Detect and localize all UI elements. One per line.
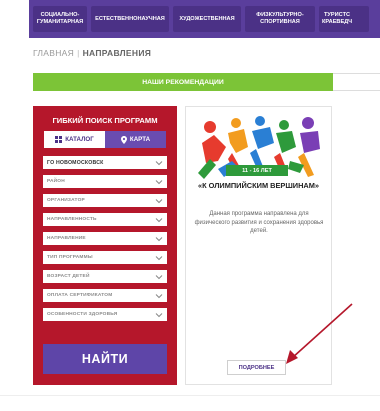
filter-dropdown-label: НАПРАВЛЕННОСТЬ: [47, 217, 97, 222]
nav-item-social-humanitarian[interactable]: СОЦИАЛЬНО- ГУМАНИТАРНАЯ: [33, 6, 87, 32]
breadcrumb-home[interactable]: ГЛАВНАЯ: [33, 48, 74, 58]
filter-dropdown-label: ГО НОВОМОСКОВСК: [47, 159, 104, 166]
filter-dropdown-label: РАЙОН: [47, 179, 65, 184]
chevron-down-icon: [155, 255, 163, 260]
nav-item-physical-sport[interactable]: ФИЗКУЛЬТУРНО- СПОРТИВНАЯ: [245, 6, 315, 32]
grid-icon: [55, 136, 63, 143]
filter-dropdown[interactable]: РАЙОН: [43, 175, 167, 188]
chevron-down-icon: [155, 293, 163, 298]
breadcrumb-current: НАПРАВЛЕНИЯ: [82, 48, 152, 58]
chevron-down-icon: [155, 217, 163, 222]
recommendations-bar: НАШИ РЕКОМЕНДАЦИИ: [33, 73, 333, 91]
filter-dropdown-label: ТИП ПРОГРАММЫ: [47, 255, 93, 260]
tab-map[interactable]: КАРТА: [105, 131, 166, 148]
filter-dropdown[interactable]: НАПРАВЛЕНИЕ: [43, 232, 167, 245]
filter-dropdown[interactable]: ОСОБЕННОСТИ ЗДОРОВЬЯ: [43, 308, 167, 321]
filter-dropdown[interactable]: ГО НОВОМОСКОВСК: [43, 156, 167, 169]
recommendations-bar-tail: [333, 73, 380, 91]
find-button[interactable]: НАЙТИ: [43, 344, 167, 374]
chevron-down-icon: [155, 179, 163, 184]
filter-dropdown[interactable]: ВОЗРАСТ ДЕТЕЙ: [43, 270, 167, 283]
search-panel-title: ГИБКИЙ ПОИСК ПРОГРАММ: [52, 116, 158, 125]
tab-catalog[interactable]: КАТАЛОГ: [44, 131, 105, 148]
chevron-down-icon: [155, 160, 163, 165]
filter-dropdown-label: НАПРАВЛЕНИЕ: [47, 236, 86, 241]
program-title[interactable]: «К ОЛИМПИЙСКИМ ВЕРШИНАМ»: [190, 181, 327, 190]
filter-dropdown[interactable]: НАПРАВЛЕННОСТЬ: [43, 213, 167, 226]
chevron-down-icon: [155, 236, 163, 241]
top-navigation: СОЦИАЛЬНО- ГУМАНИТАРНАЯ ЕСТЕСТВЕННОНАУЧН…: [29, 0, 380, 38]
chevron-down-icon: [155, 198, 163, 203]
filter-dropdown[interactable]: ТИП ПРОГРАММЫ: [43, 251, 167, 264]
search-tabs: КАТАЛОГ КАРТА: [44, 131, 166, 148]
program-search-panel: ГИБКИЙ ПОИСК ПРОГРАММ КАТАЛОГ КАРТА ГО Н…: [33, 106, 177, 385]
age-badge: 11 - 16 ЛЕТ: [226, 165, 288, 176]
filter-dropdown[interactable]: ОРГАНИЗАТОР: [43, 194, 167, 207]
filter-dropdown-label: ОПЛАТА СЕРТИФИКАТОМ: [47, 293, 113, 298]
breadcrumb: ГЛАВНАЯ | НАПРАВЛЕНИЯ: [33, 48, 151, 58]
tab-catalog-label: КАТАЛОГ: [65, 136, 94, 143]
map-pin-icon: [120, 135, 127, 144]
tab-map-label: КАРТА: [129, 136, 151, 143]
nav-item-natural-science[interactable]: ЕСТЕСТВЕННОНАУЧНАЯ: [91, 6, 169, 32]
bottom-divider: [0, 395, 380, 396]
nav-item-artistic[interactable]: ХУДОЖЕСТВЕННАЯ: [173, 6, 241, 32]
filter-dropdown-label: ОСОБЕННОСТИ ЗДОРОВЬЯ: [47, 312, 118, 317]
pointer-arrow-annotation: [286, 303, 353, 364]
breadcrumb-separator: |: [77, 48, 80, 58]
program-description: Данная программа направлена для физическ…: [194, 211, 324, 234]
filter-dropdown-label: ВОЗРАСТ ДЕТЕЙ: [47, 274, 90, 279]
filter-dropdown-label: ОРГАНИЗАТОР: [47, 198, 85, 203]
chevron-down-icon: [155, 312, 163, 317]
chevron-down-icon: [155, 274, 163, 279]
nav-item-tourism[interactable]: ТУРИСТС КРАЕВЕДЧ: [319, 6, 369, 32]
filter-list: ГО НОВОМОСКОВСК РАЙОН ОРГАНИЗАТОР НАПРАВЛЕН…: [33, 156, 177, 321]
filter-dropdown[interactable]: ОПЛАТА СЕРТИФИКАТОМ: [43, 289, 167, 302]
